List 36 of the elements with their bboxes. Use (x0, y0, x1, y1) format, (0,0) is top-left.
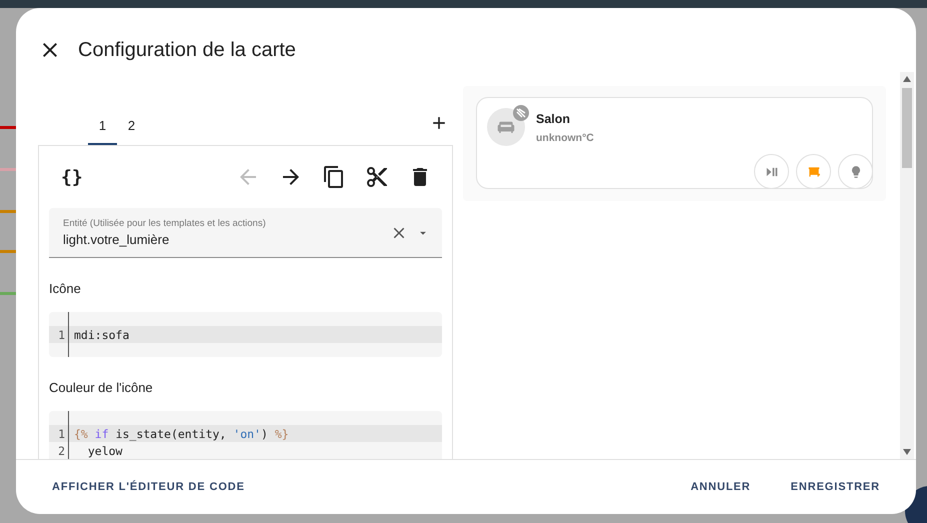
card-stripe (0, 168, 16, 171)
section-label: Couleur de l'icône (49, 380, 154, 395)
unavailable-badge-icon (513, 105, 529, 121)
line-number: 1 (57, 426, 65, 440)
card-stripe (0, 210, 16, 213)
blind-icon (806, 164, 820, 178)
sofa-icon (487, 108, 525, 146)
code-line: {% if is_state(entity, 'on') %} (74, 426, 289, 440)
entity-card[interactable]: Salon unknown°C (476, 97, 873, 189)
section-label: Icône (49, 281, 82, 296)
scroll-down-icon[interactable] (903, 449, 911, 455)
tab[interactable]: 1 (88, 107, 117, 145)
scrollbar[interactable] (900, 72, 914, 459)
copy-icon[interactable] (322, 165, 346, 189)
line-number: 1 (57, 328, 65, 342)
card-stripe (0, 292, 16, 295)
card-stripe (0, 126, 16, 129)
line-number: 2 (57, 444, 65, 458)
code-editor[interactable]: 1 mdi:sofa (49, 312, 442, 357)
card-name: Salon (536, 112, 572, 126)
scroll-up-icon[interactable] (903, 76, 911, 82)
show-code-editor-button[interactable]: AFFICHER L'ÉDITEUR DE CODE (44, 475, 253, 499)
code-line: yelow (86, 444, 122, 458)
tab[interactable]: 2 (117, 107, 146, 145)
code-line: mdi:sofa (74, 328, 130, 342)
action-button[interactable] (838, 154, 873, 189)
action-button[interactable] (754, 154, 789, 189)
footer-button[interactable]: ANNULER (682, 475, 759, 499)
dialog-title: Configuration de la carte (78, 38, 296, 62)
entity-field[interactable]: Entité (Utilisée pour les templates et les actions) light.votre_lumière (49, 208, 442, 258)
card-stripe (0, 250, 16, 253)
card-state: unknown°C (536, 132, 594, 144)
footer-button[interactable]: ENREGISTRER (782, 475, 888, 499)
scissors-icon[interactable] (365, 165, 389, 189)
code-braces-icon[interactable]: {} (61, 166, 83, 188)
scrollbar-thumb[interactable] (902, 88, 912, 168)
